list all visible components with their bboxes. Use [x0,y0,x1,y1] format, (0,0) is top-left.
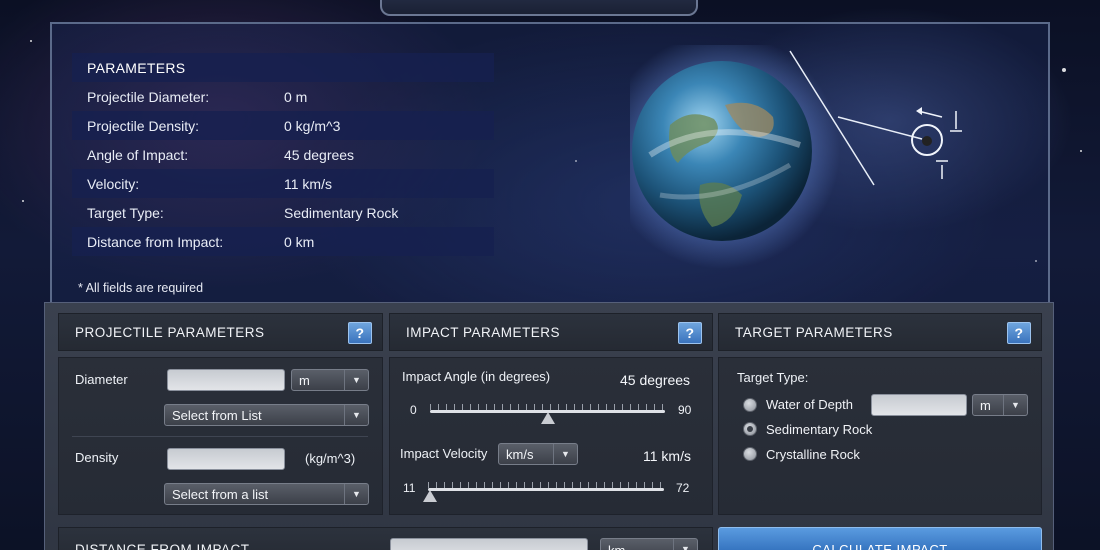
distance-input[interactable] [390,538,588,550]
top-tab [380,0,698,16]
star [30,40,32,42]
radio-label-crystalline: Crystalline Rock [766,447,860,462]
impact-velocity-slider-thumb[interactable] [423,490,437,502]
help-button-impact[interactable]: ? [678,322,702,344]
density-label: Density [75,450,119,465]
velocity-min-label: 11 [403,481,416,495]
radio-water-of-depth[interactable] [743,398,757,412]
calculate-impact-button[interactable]: CALCULATE IMPACT [718,527,1042,550]
chevron-down-icon: ▼ [344,405,368,425]
diameter-list-value: Select from List [172,407,262,423]
diameter-unit-select[interactable]: m ▼ [291,369,369,391]
target-type-label: Target Type: [737,370,809,385]
summary-row-distance: Distance from Impact: 0 km [72,227,494,256]
calculate-impact-label: CALCULATE IMPACT [812,542,948,550]
distance-unit-select[interactable]: km ▼ [600,538,698,550]
distance-unit-value: km [608,543,625,550]
summary-value: Sedimentary Rock [284,204,399,221]
target-title: TARGET PARAMETERS [735,324,893,340]
star [22,200,24,202]
water-depth-input[interactable] [871,394,967,416]
radio-label-sedimentary: Sedimentary Rock [766,422,873,437]
density-input[interactable] [167,448,285,470]
diameter-list-select[interactable]: Select from List ▼ [164,404,369,426]
summary-label: Projectile Density: [87,117,200,134]
density-list-select[interactable]: Select from a list ▼ [164,483,369,505]
velocity-unit-value: km/s [506,446,534,462]
density-list-value: Select from a list [172,486,269,502]
diameter-unit-value: m [299,372,310,388]
velocity-max-label: 72 [676,481,690,495]
depth-unit-select[interactable]: m ▼ [972,394,1028,416]
summary-label: Projectile Diameter: [87,88,210,105]
chevron-down-icon: ▼ [344,370,368,390]
required-note: * All fields are required [78,281,204,295]
summary-row-angle: Angle of Impact: 45 degrees [72,140,494,169]
summary-value: 0 kg/m^3 [284,117,341,134]
chevron-down-icon: ▼ [344,484,368,504]
earth-illustration [604,33,970,285]
impact-angle-label: Impact Angle (in degrees) [402,369,551,384]
earth-icon [604,33,962,269]
radio-crystalline-rock[interactable] [743,447,757,461]
summary-label: Velocity: [87,175,140,192]
summary-value: 0 km [284,233,315,250]
summary-label: Angle of Impact: [87,146,189,163]
impact-angle-slider-thumb[interactable] [540,412,555,424]
summary-title: PARAMETERS [72,53,494,82]
impact-title: IMPACT PARAMETERS [406,324,561,340]
impact-header: IMPACT PARAMETERS ? [389,313,713,351]
target-header: TARGET PARAMETERS ? [718,313,1042,351]
divider [72,436,368,437]
chevron-down-icon: ▼ [673,539,697,550]
impact-velocity-slider[interactable] [428,488,664,491]
depth-unit-value: m [980,397,991,413]
summary-row-diameter: Projectile Diameter: 0 m [72,82,494,111]
velocity-unit-select[interactable]: km/s ▼ [498,443,578,465]
summary-row-target: Target Type: Sedimentary Rock [72,198,494,227]
star [1080,150,1082,152]
distance-title: DISTANCE FROM IMPACT [75,542,250,550]
summary-value: 11 km/s [284,175,332,192]
angle-min-label: 0 [410,403,417,417]
summary-row-density: Projectile Density: 0 kg/m^3 [72,111,494,140]
help-button-target[interactable]: ? [1007,322,1031,344]
summary-label: Distance from Impact: [87,233,224,250]
projectile-header: PROJECTILE PARAMETERS ? [58,313,383,351]
density-unit-label: (kg/m^3) [305,451,356,466]
impact-velocity-value: 11 km/s [643,448,691,464]
chevron-down-icon: ▼ [1003,395,1027,415]
projectile-title: PROJECTILE PARAMETERS [75,324,265,340]
star [1062,68,1066,72]
summary-value: 45 degrees [284,146,355,163]
summary-label: Target Type: [87,204,164,221]
impact-angle-value: 45 degrees [620,372,691,388]
impact-velocity-label: Impact Velocity [400,446,488,461]
radio-sedimentary-rock[interactable] [743,422,757,436]
radio-label-water: Water of Depth [766,397,853,412]
diameter-label: Diameter [75,372,128,387]
help-button-projectile[interactable]: ? [348,322,372,344]
parameters-summary: PARAMETERS Projectile Diameter: 0 m Proj… [72,53,494,256]
chevron-down-icon: ▼ [553,444,577,464]
angle-max-label: 90 [678,403,692,417]
summary-row-velocity: Velocity: 11 km/s [72,169,494,198]
diameter-input[interactable] [167,369,285,391]
summary-value: 0 m [284,88,308,105]
